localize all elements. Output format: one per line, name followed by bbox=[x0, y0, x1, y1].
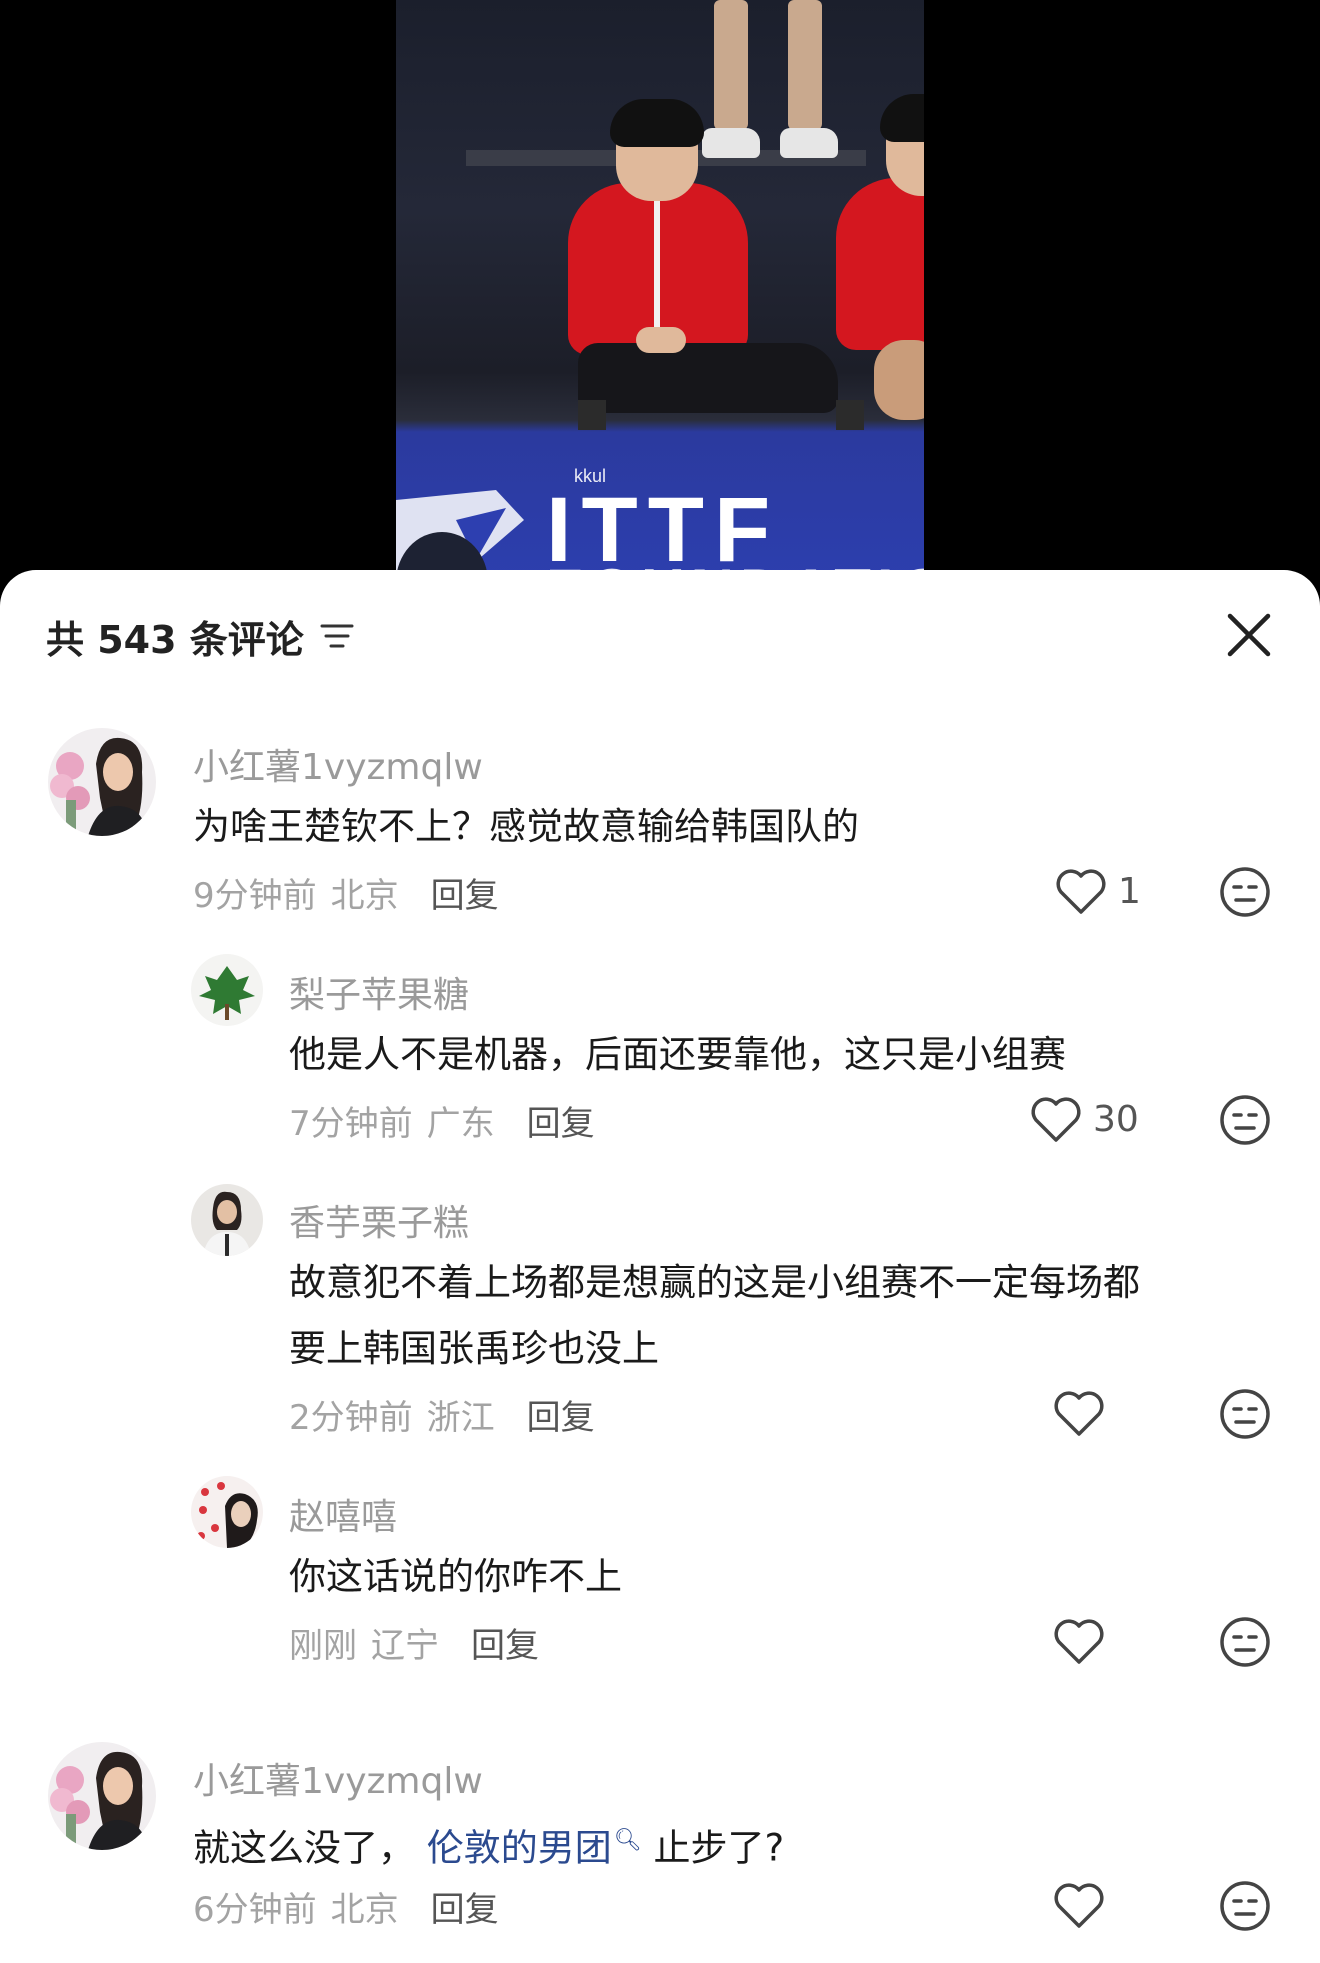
comment-time: 9分钟前 bbox=[193, 876, 317, 916]
comment-time: 6分钟前 bbox=[193, 1890, 317, 1930]
comment-meta: 6分钟前 北京 回复 bbox=[193, 1882, 499, 1931]
reply-username[interactable]: 梨子苹果糖 bbox=[289, 966, 469, 1018]
heart-outline-icon bbox=[1054, 1883, 1104, 1928]
heart-outline-icon bbox=[1031, 1097, 1081, 1142]
meh-face-icon[interactable] bbox=[1219, 1388, 1271, 1440]
seated-player bbox=[568, 99, 838, 435]
reply-button[interactable]: 回复 bbox=[471, 1618, 539, 1667]
comments-panel: 共 543 条评论 小红薯1vyzmqlw 为啥王楚钦不上？感觉故意输给韩国队的… bbox=[0, 570, 1320, 1963]
heart-outline-icon bbox=[1056, 869, 1106, 914]
player-knee bbox=[874, 340, 924, 420]
like-button[interactable]: 1 bbox=[1054, 866, 1141, 916]
reply-time: 2分钟前 bbox=[289, 1398, 413, 1438]
search-icon: 🔍︎ bbox=[613, 1828, 642, 1853]
chair-leg bbox=[836, 400, 864, 430]
reply-time: 刚刚 bbox=[289, 1626, 357, 1666]
avatar[interactable] bbox=[48, 728, 156, 836]
comment-count: 共 543 条评论 bbox=[46, 617, 304, 662]
comment-text-part: 就这么没了， bbox=[193, 1826, 415, 1870]
comment-text: 为啥王楚钦不上？感觉故意输给韩国队的 bbox=[193, 805, 859, 848]
avatar[interactable] bbox=[191, 1476, 263, 1548]
avatar[interactable] bbox=[48, 1742, 156, 1850]
filter-icon[interactable] bbox=[320, 621, 354, 651]
reply-location: 广东 bbox=[426, 1104, 495, 1144]
reply-text-line: 故意犯不着上场都是想赢的这是小组赛不一定每场都 bbox=[289, 1261, 1140, 1304]
like-count: 30 bbox=[1093, 1098, 1139, 1140]
comment-text: 就这么没了， 伦敦的男团🔍︎ 止步了? bbox=[193, 1808, 784, 1881]
reply-text: 你这话说的你咋不上 bbox=[289, 1555, 622, 1598]
like-button[interactable]: 30 bbox=[1029, 1094, 1139, 1144]
like-button[interactable] bbox=[1052, 1880, 1106, 1930]
comment-meta: 9分钟前 北京 回复 bbox=[193, 868, 499, 917]
reply-time: 7分钟前 bbox=[289, 1104, 413, 1144]
avatar[interactable] bbox=[191, 1184, 263, 1256]
reply-meta: 7分钟前 广东 回复 bbox=[289, 1096, 595, 1145]
comment-username[interactable]: 小红薯1vyzmqlw bbox=[193, 738, 483, 790]
like-button[interactable] bbox=[1052, 1388, 1106, 1438]
topic-link[interactable]: 伦敦的男团 bbox=[427, 1826, 612, 1869]
meh-face-icon[interactable] bbox=[1219, 1880, 1271, 1932]
reply-text-line: 要上韩国张禹珍也没上 bbox=[289, 1327, 659, 1370]
reply-username[interactable]: 赵嘻嘻 bbox=[289, 1488, 397, 1540]
reply-meta: 2分钟前 浙江 回复 bbox=[289, 1390, 595, 1439]
comment-location: 北京 bbox=[330, 876, 399, 916]
reply-button[interactable]: 回复 bbox=[431, 868, 499, 917]
meh-face-icon[interactable] bbox=[1219, 1094, 1271, 1146]
comment-text-part: 止步了? bbox=[653, 1826, 785, 1870]
close-icon[interactable] bbox=[1224, 610, 1274, 660]
meh-face-icon[interactable] bbox=[1219, 866, 1271, 918]
comment-location: 北京 bbox=[330, 1890, 399, 1930]
heart-outline-icon bbox=[1054, 1619, 1104, 1664]
reply-text: 他是人不是机器，后面还要靠他，这只是小组赛 bbox=[289, 1033, 1066, 1076]
reply-location: 浙江 bbox=[426, 1398, 495, 1438]
video-background: kkul ITTF FOUNDATION bbox=[0, 0, 1320, 600]
reply-button[interactable]: 回复 bbox=[431, 1882, 499, 1931]
like-button[interactable] bbox=[1052, 1616, 1106, 1666]
reply-location: 辽宁 bbox=[371, 1626, 439, 1666]
reply-button[interactable]: 回复 bbox=[527, 1096, 595, 1145]
meh-face-icon[interactable] bbox=[1219, 1616, 1271, 1668]
comment-username[interactable]: 小红薯1vyzmqlw bbox=[193, 1752, 483, 1804]
like-count: 1 bbox=[1118, 870, 1141, 912]
reply-button[interactable]: 回复 bbox=[527, 1390, 595, 1439]
chair-leg bbox=[578, 400, 606, 430]
reply-username[interactable]: 香芋栗子糕 bbox=[289, 1194, 469, 1246]
video-player[interactable]: kkul ITTF FOUNDATION bbox=[396, 0, 924, 600]
reply-meta: 刚刚 辽宁 回复 bbox=[289, 1618, 539, 1667]
avatar[interactable] bbox=[191, 954, 263, 1026]
heart-outline-icon bbox=[1054, 1391, 1104, 1436]
comments-header: 共 543 条评论 bbox=[46, 606, 354, 666]
